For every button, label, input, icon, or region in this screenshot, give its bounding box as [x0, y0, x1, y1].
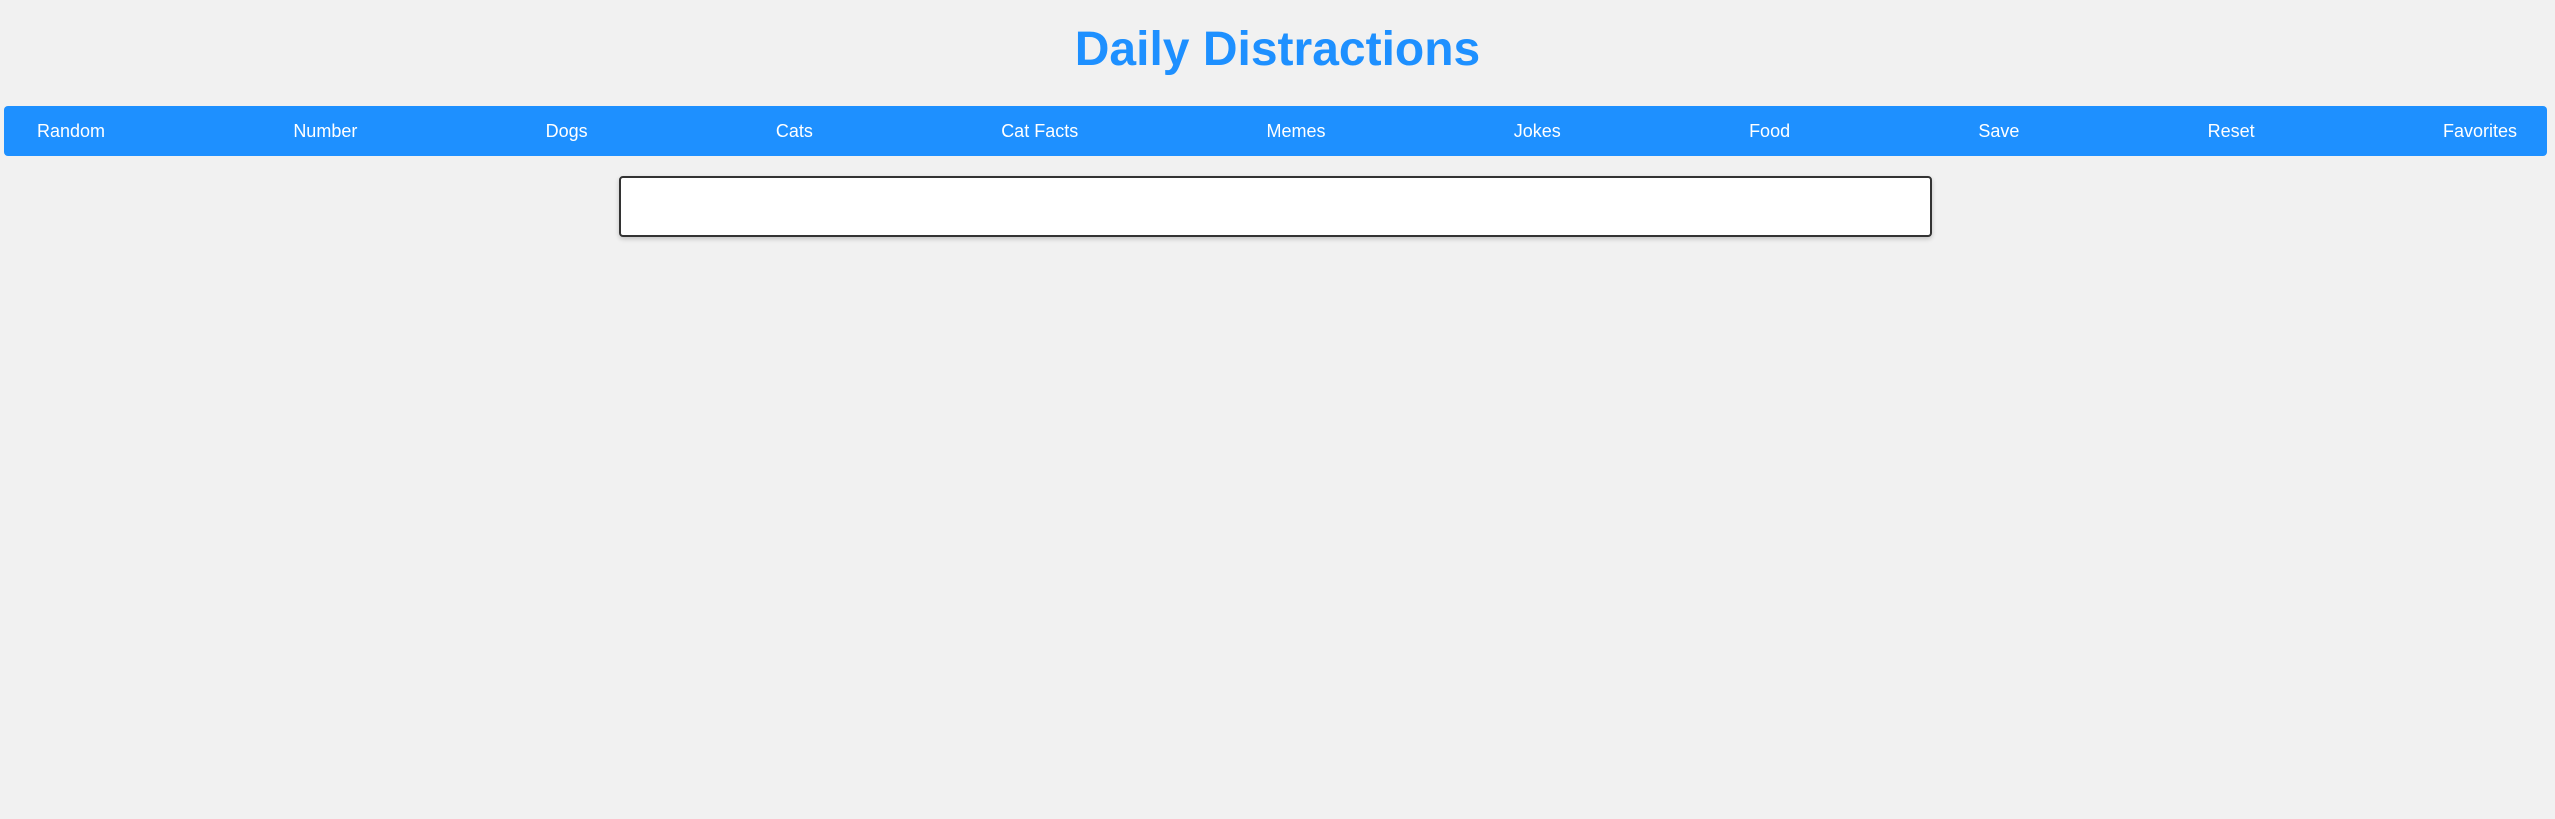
- content-display-box: [619, 176, 1932, 237]
- nav-random-button[interactable]: Random: [37, 120, 105, 142]
- nav-reset-button[interactable]: Reset: [2208, 120, 2255, 142]
- nav-cat-facts-button[interactable]: Cat Facts: [1001, 120, 1078, 142]
- nav-bar: Random Number Dogs Cats Cat Facts Memes …: [4, 106, 2547, 156]
- page-title: Daily Distractions: [1074, 23, 1481, 76]
- nav-dogs-button[interactable]: Dogs: [546, 120, 588, 142]
- nav-favorites-button[interactable]: Favorites: [2443, 120, 2517, 142]
- nav-number-button[interactable]: Number: [293, 120, 357, 142]
- nav-jokes-button[interactable]: Jokes: [1514, 120, 1561, 142]
- nav-save-button[interactable]: Save: [1978, 120, 2019, 142]
- nav-food-button[interactable]: Food: [1749, 120, 1790, 142]
- nav-cats-button[interactable]: Cats: [776, 120, 813, 142]
- nav-memes-button[interactable]: Memes: [1266, 120, 1325, 142]
